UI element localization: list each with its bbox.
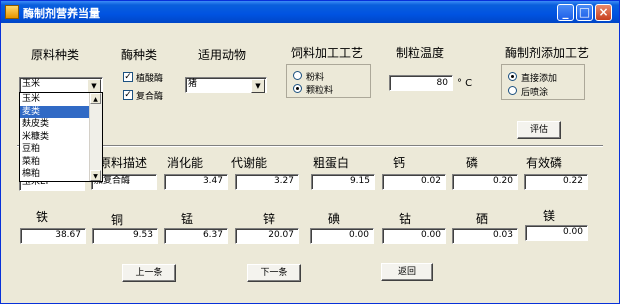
maximize-icon[interactable]: □	[576, 4, 593, 21]
crude-protein-field[interactable]: 9.15	[311, 174, 375, 190]
evaluate-button[interactable]: 评估	[517, 121, 561, 139]
available-phosphorus-field[interactable]: 0.22	[524, 174, 588, 190]
enzyme-type-label: 酶种类	[121, 48, 158, 62]
powder-radio[interactable]	[293, 71, 302, 80]
material-combo[interactable]: 玉米 ▼	[19, 77, 103, 93]
material-desc-label: 原料描述	[99, 156, 148, 170]
chevron-down-icon[interactable]: ▼	[251, 79, 265, 93]
feed-process-label: 饲料加工工艺	[291, 46, 364, 60]
scroll-down-icon[interactable]: ▼	[90, 170, 101, 181]
temperature-unit: ° C	[457, 78, 473, 89]
material-combo-value: 玉米	[22, 79, 41, 89]
window-title: 酶制剂营养当量	[23, 7, 100, 20]
phytase-checkbox[interactable]: ✓	[123, 72, 133, 82]
metabolizable-energy-field[interactable]: 3.27	[235, 174, 299, 190]
enzyme-process-label: 酶制剂添加工艺	[505, 46, 590, 60]
available-phosphorus-label: 有效磷	[526, 156, 563, 170]
pellet-radio[interactable]	[293, 84, 302, 93]
dropdown-scrollbar[interactable]: ▲ ▼	[89, 93, 102, 181]
compound-enzyme-checkbox[interactable]: ✓	[123, 90, 133, 100]
phosphorus-field[interactable]: 0.20	[452, 174, 518, 190]
iodine-label: 碘	[328, 212, 341, 226]
calcium-field[interactable]: 0.02	[382, 174, 446, 190]
manganese-field[interactable]: 6.37	[164, 228, 228, 244]
magnesium-label: 镁	[543, 209, 556, 223]
direct-add-label: 直接添加	[521, 74, 558, 84]
selenium-label: 硒	[476, 212, 489, 226]
material-type-label: 原料种类	[31, 48, 80, 62]
animal-label: 适用动物	[198, 48, 247, 62]
main-window: 酶制剂营养当量 _ □ × 原料种类 酶种类 适用动物 饲料加工工艺 制粒温度 …	[0, 0, 620, 304]
post-spray-label: 后喷涂	[521, 88, 549, 98]
material-dropdown-list[interactable]: 玉米 麦类 麸皮类 米糠类 豆粕 菜粕 棉粕 ▲ ▼	[19, 92, 103, 182]
crude-protein-label: 粗蛋白	[313, 156, 350, 170]
animal-combo-value: 猪	[188, 79, 198, 89]
phosphorus-label: 磷	[466, 156, 479, 170]
animal-combo[interactable]: 猪 ▼	[185, 77, 267, 93]
minimize-icon[interactable]: _	[557, 4, 574, 21]
digestible-energy-field[interactable]: 3.47	[164, 174, 228, 190]
next-button[interactable]: 下一条	[247, 264, 301, 282]
phytase-label: 植酸酶	[136, 74, 164, 84]
chevron-down-icon[interactable]: ▼	[87, 79, 101, 93]
iodine-field[interactable]: 0.00	[310, 228, 374, 244]
iron-field[interactable]: 38.67	[20, 228, 86, 244]
copper-label: 铜	[111, 213, 124, 227]
cobalt-field[interactable]: 0.00	[382, 228, 446, 244]
selenium-field[interactable]: 0.03	[452, 228, 518, 244]
iron-label: 铁	[36, 210, 49, 224]
magnesium-field[interactable]: 0.00	[525, 225, 588, 241]
temperature-input[interactable]: 80	[389, 75, 453, 91]
pellet-temp-label: 制粒温度	[396, 46, 445, 60]
calcium-label: 钙	[393, 156, 406, 170]
cobalt-label: 钴	[399, 212, 412, 226]
pellet-label: 颗粒料	[306, 86, 334, 96]
direct-add-radio[interactable]	[508, 72, 517, 81]
metabolizable-energy-label: 代谢能	[231, 156, 268, 170]
copper-field[interactable]: 9.53	[92, 228, 158, 244]
separator	[17, 145, 603, 147]
post-spray-radio[interactable]	[508, 86, 517, 95]
zinc-label: 锌	[263, 212, 276, 226]
app-icon	[5, 5, 19, 19]
title-bar[interactable]: 酶制剂营养当量 _ □ ×	[1, 1, 619, 23]
powder-label: 粉料	[306, 73, 325, 83]
manganese-label: 锰	[181, 212, 194, 226]
close-icon[interactable]: ×	[595, 4, 612, 21]
digestible-energy-label: 消化能	[167, 156, 204, 170]
back-button[interactable]: 返回	[381, 263, 433, 281]
zinc-field[interactable]: 20.07	[235, 228, 299, 244]
prev-button[interactable]: 上一条	[122, 264, 176, 282]
scroll-up-icon[interactable]: ▲	[90, 93, 101, 104]
compound-enzyme-label: 复合酶	[136, 92, 164, 102]
